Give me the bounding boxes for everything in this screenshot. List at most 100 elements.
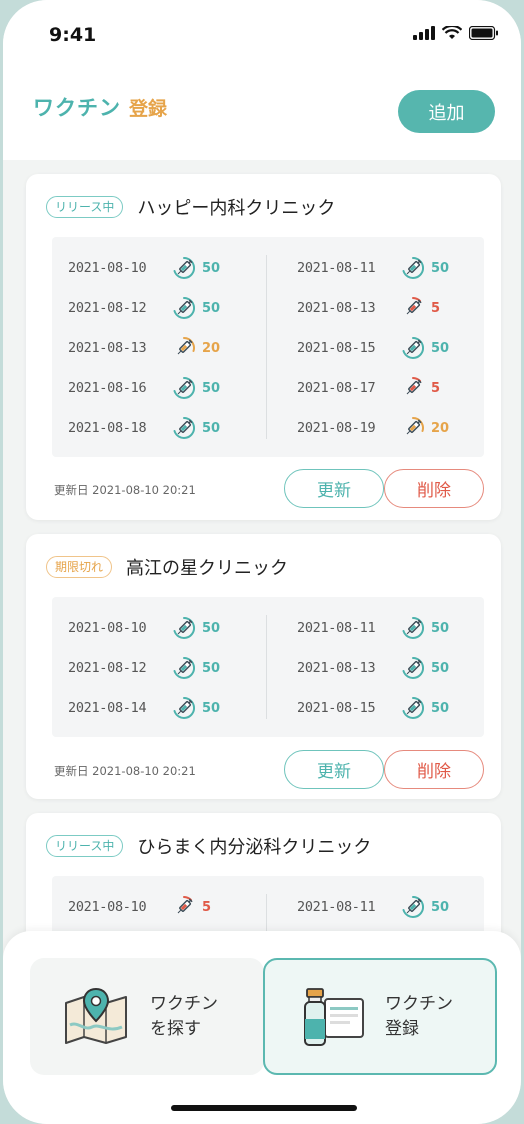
slot-count: 50 [202, 700, 221, 716]
slot-date: 2021-08-15 [297, 700, 376, 716]
slot-date: 2021-08-14 [68, 700, 147, 716]
syringe-icon [172, 656, 196, 680]
schedule-row: 2021-08-14 50 [68, 696, 220, 720]
slot-count: 50 [431, 260, 450, 276]
nav-search-line1: ワクチン [150, 993, 218, 1014]
schedule-row: 2021-08-10 50 [68, 256, 220, 280]
status-badge: リリース中 [46, 835, 124, 857]
schedule-row: 2021-08-19 20 [297, 416, 449, 440]
schedule-grid: 2021-08-10 50 2021-08-12 50 2021-08-14 50 2… [52, 597, 484, 737]
schedule-row: 2021-08-16 50 [68, 376, 220, 400]
slot-count: 50 [202, 380, 221, 396]
page-title-main: ワクチン [33, 96, 121, 120]
schedule-row: 2021-08-13 50 [297, 656, 449, 680]
clinic-name: ひらまく内分泌科クリニック [137, 837, 372, 858]
syringe-icon [401, 895, 425, 919]
battery-icon [469, 26, 498, 40]
updated-timestamp: 更新日 2021-08-10 20:21 [54, 764, 196, 778]
slot-date: 2021-08-16 [68, 380, 147, 396]
schedule-row: 2021-08-15 50 [297, 696, 449, 720]
syringe-icon [401, 336, 425, 360]
slot-count: 50 [431, 620, 450, 636]
map-pin-icon [65, 987, 127, 1044]
slot-count: 50 [431, 660, 450, 676]
schedule-row: 2021-08-17 5 [297, 376, 440, 400]
slot-date: 2021-08-10 [68, 620, 147, 636]
schedule-row: 2021-08-11 50 [297, 256, 449, 280]
schedule-row: 2021-08-12 50 [68, 656, 220, 680]
clinic-card: リリース中 ハッピー内科クリニック 2021-08-10 50 2021-08-1… [26, 174, 501, 520]
schedule-row: 2021-08-13 5 [297, 296, 440, 320]
status-icons [413, 26, 499, 40]
slot-date: 2021-08-11 [297, 260, 376, 276]
schedule-row: 2021-08-10 5 [68, 895, 211, 919]
slot-count: 5 [202, 899, 212, 915]
slot-date: 2021-08-19 [297, 420, 376, 436]
card-header: 期限切れ 高江の星クリニック [46, 554, 288, 580]
schedule-row: 2021-08-18 50 [68, 416, 220, 440]
slot-date: 2021-08-10 [68, 899, 147, 915]
grid-divider [266, 255, 267, 439]
slot-date: 2021-08-11 [297, 899, 376, 915]
schedule-row: 2021-08-12 50 [68, 296, 220, 320]
syringe-icon [172, 256, 196, 280]
syringe-icon [172, 895, 196, 919]
slot-count: 50 [202, 620, 221, 636]
schedule-row: 2021-08-13 20 [68, 336, 220, 360]
nav-vaccine-register[interactable]: ワクチン 登録 [263, 958, 497, 1075]
delete-button[interactable]: 削除 [384, 469, 484, 508]
syringe-icon [401, 656, 425, 680]
status-badge: 期限切れ [46, 556, 113, 578]
wifi-icon [442, 26, 462, 39]
card-header: リリース中 ハッピー内科クリニック [46, 194, 335, 220]
clinic-card: 期限切れ 高江の星クリニック 2021-08-10 50 2021-08-12 50… [26, 534, 501, 799]
card-header: リリース中 ひらまく内分泌科クリニック [46, 833, 371, 859]
nav-search-line2: を探す [150, 1018, 201, 1039]
vaccine-vial-icon [304, 987, 364, 1046]
slot-count: 50 [202, 420, 221, 436]
slot-count: 50 [431, 340, 450, 356]
clinic-name: ハッピー内科クリニック [137, 198, 336, 219]
slot-count: 5 [431, 300, 441, 316]
slot-date: 2021-08-13 [297, 300, 376, 316]
delete-button[interactable]: 削除 [384, 750, 484, 789]
slot-count: 50 [202, 660, 221, 676]
slot-date: 2021-08-11 [297, 620, 376, 636]
clinic-name: 高江の星クリニック [126, 558, 289, 579]
syringe-icon [172, 376, 196, 400]
syringe-icon [401, 696, 425, 720]
nav-search-label: ワクチン を探す [150, 992, 218, 1041]
syringe-icon [401, 376, 425, 400]
syringe-icon [401, 616, 425, 640]
schedule-grid: 2021-08-10 50 2021-08-12 50 2021-08-13 20 2… [52, 237, 484, 457]
update-button[interactable]: 更新 [284, 750, 384, 789]
status-badge: リリース中 [46, 196, 124, 218]
home-indicator[interactable] [171, 1105, 357, 1111]
page-title: ワクチン 登録 [33, 92, 167, 122]
slot-count: 5 [431, 380, 441, 396]
syringe-icon [172, 296, 196, 320]
schedule-row: 2021-08-11 50 [297, 616, 449, 640]
syringe-icon [401, 256, 425, 280]
slot-date: 2021-08-13 [68, 340, 147, 356]
nav-register-label: ワクチン 登録 [385, 992, 453, 1041]
grid-divider [266, 615, 267, 719]
status-bar: 9:41 [3, 0, 521, 70]
slot-date: 2021-08-10 [68, 260, 147, 276]
syringe-icon [172, 416, 196, 440]
page-title-sub: 登録 [129, 98, 168, 120]
phone-screen: 9:41 ワクチン 登録 追加 リリース中 ハッピー内科クリニック 2021-0… [3, 0, 521, 1124]
app-header: ワクチン 登録 追加 [3, 70, 521, 160]
schedule-row: 2021-08-10 50 [68, 616, 220, 640]
bottom-nav: ワクチン を探す ワクチン 登録 [3, 931, 521, 1124]
update-button[interactable]: 更新 [284, 469, 384, 508]
updated-timestamp: 更新日 2021-08-10 20:21 [54, 483, 196, 497]
schedule-row: 2021-08-11 50 [297, 895, 449, 919]
slot-count: 50 [431, 700, 450, 716]
status-time: 9:41 [49, 24, 97, 46]
slot-date: 2021-08-15 [297, 340, 376, 356]
syringe-icon [172, 336, 196, 360]
slot-date: 2021-08-13 [297, 660, 376, 676]
add-button[interactable]: 追加 [398, 90, 495, 133]
nav-vaccine-search[interactable]: ワクチン を探す [30, 958, 264, 1075]
